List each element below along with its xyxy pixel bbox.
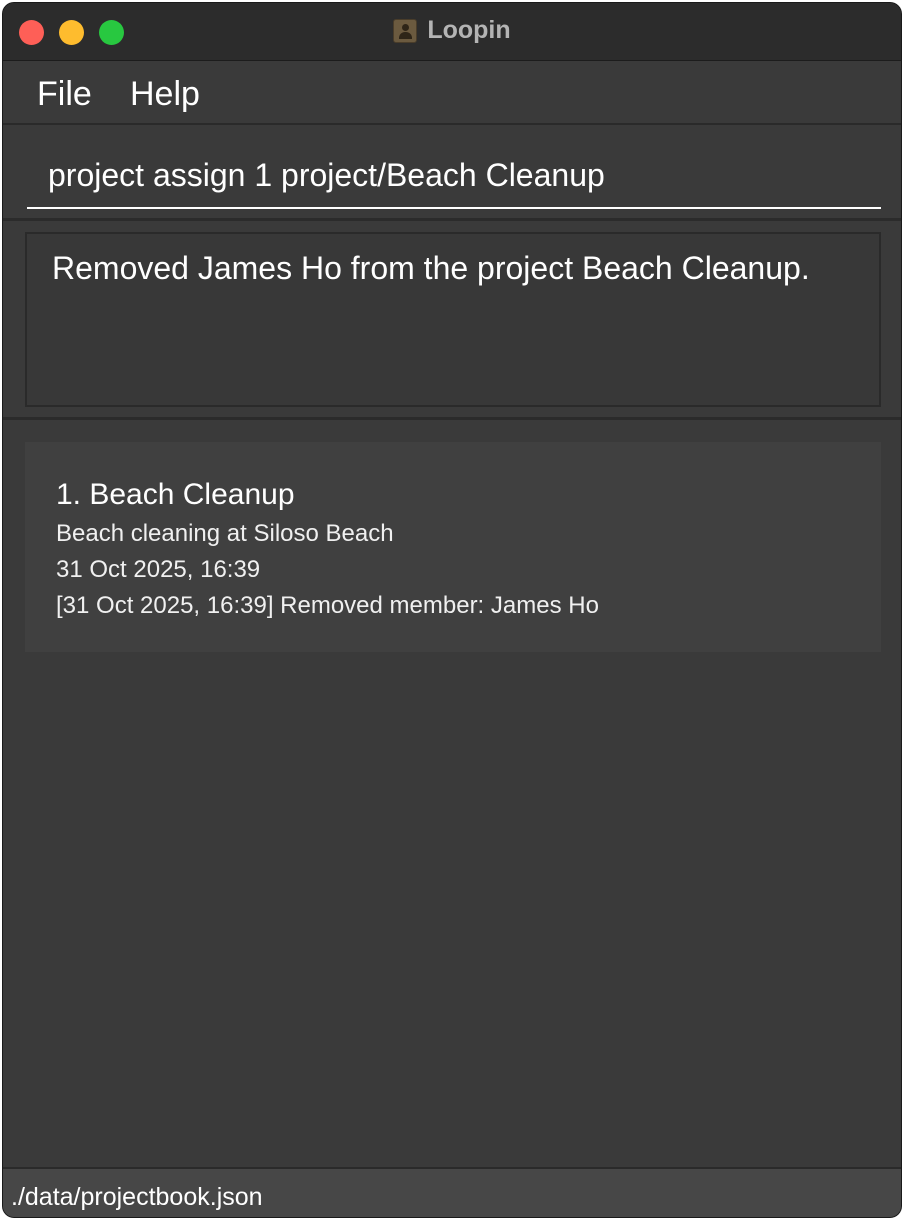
project-card[interactable]: 1. Beach Cleanup Beach cleaning at Silos… xyxy=(25,442,881,652)
command-box xyxy=(3,125,901,221)
app-window: Loopin File Help Removed James Ho from t… xyxy=(2,2,902,1218)
title-bar[interactable]: Loopin xyxy=(3,3,901,61)
project-list-panel[interactable]: 1. Beach Cleanup Beach cleaning at Silos… xyxy=(3,420,901,1166)
project-description: Beach cleaning at Siloso Beach xyxy=(56,520,394,547)
status-bar: ./data/projectbook.json xyxy=(3,1167,901,1217)
result-message: Removed James Ho from the project Beach … xyxy=(52,250,810,286)
menu-bar: File Help xyxy=(3,61,901,125)
window-title: Loopin xyxy=(427,16,511,44)
save-file-path: ./data/projectbook.json xyxy=(11,1183,263,1211)
window-title-group: Loopin xyxy=(3,16,901,45)
menu-file[interactable]: File xyxy=(37,75,92,114)
address-book-icon xyxy=(393,18,418,43)
result-display: Removed James Ho from the project Beach … xyxy=(25,232,881,407)
project-date: 31 Oct 2025, 16:39 xyxy=(56,556,261,583)
project-title: 1. Beach Cleanup xyxy=(56,478,295,511)
project-log-entry: [31 Oct 2025, 16:39] Removed member: Jam… xyxy=(56,592,599,619)
menu-help[interactable]: Help xyxy=(130,75,200,114)
command-input[interactable] xyxy=(27,143,881,209)
